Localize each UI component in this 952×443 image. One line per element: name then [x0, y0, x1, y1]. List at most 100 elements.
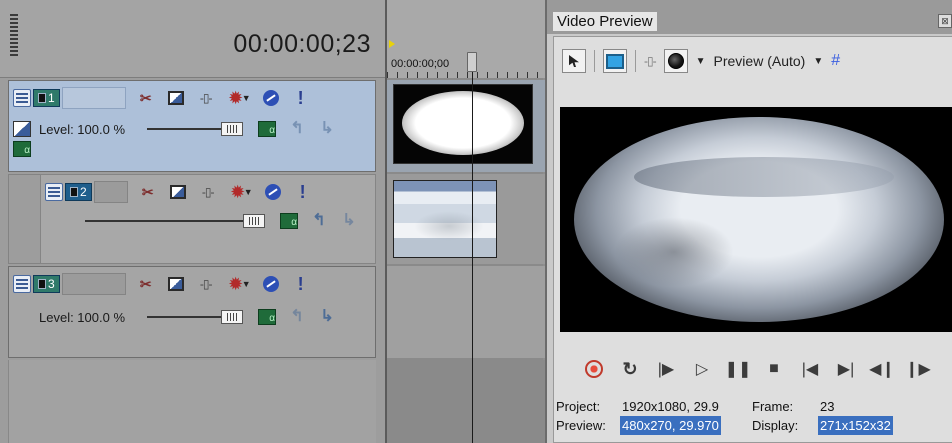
make-parent-icon[interactable]: ↰	[287, 307, 307, 327]
track-header-2[interactable]: 2 ✂ -▯- ✹ ▼ ! α ↰ ↳	[40, 174, 376, 264]
overlays-icon[interactable]	[663, 49, 688, 73]
slider-thumb[interactable]	[243, 214, 265, 228]
track-fx-icon[interactable]: ✂	[138, 182, 158, 202]
video-clip-mask[interactable]	[393, 84, 533, 164]
track-header-1[interactable]: 1 ✂ -▯- ✹ ▼ ! Level: 100.0 % α ↰ ↳ α	[8, 80, 376, 172]
preview-quality-dropdown[interactable]: Preview (Auto)	[714, 53, 806, 69]
track-level-slider[interactable]	[147, 122, 244, 136]
track-level-slider[interactable]	[85, 214, 265, 228]
ruler-time-label: 00:00:00;00	[391, 58, 450, 70]
preview-title: Video Preview	[553, 12, 657, 31]
generate-alpha-button[interactable]: α	[279, 211, 299, 231]
track-fx-icon[interactable]: ✂	[136, 274, 156, 294]
playhead-handle[interactable]	[467, 52, 477, 72]
mute-button[interactable]	[261, 88, 281, 108]
preview-title-bar[interactable]: Video Preview ⊠	[547, 0, 952, 34]
video-clip-snow[interactable]	[393, 180, 497, 258]
clip-thumbnail	[402, 91, 524, 155]
video-frame-image	[574, 117, 944, 322]
track-number-badge[interactable]: 1	[33, 89, 60, 107]
chevron-down-icon[interactable]: ▼	[244, 187, 253, 197]
grid-icon[interactable]: #	[831, 52, 840, 70]
track-lane-1[interactable]	[387, 80, 545, 172]
track-name-field[interactable]	[93, 181, 128, 203]
video-editor-window: 00:00:00;23 1 ✂ -▯- ✹ ▼ ! Level: 100.0 %…	[0, 0, 952, 443]
project-value: 1920x1080, 29.9	[622, 399, 719, 414]
empty-lane[interactable]	[387, 360, 545, 443]
track-number-badge[interactable]: 2	[65, 183, 92, 201]
alpha-icon: α	[258, 121, 277, 137]
chevron-down-icon[interactable]: ▼	[242, 93, 251, 103]
mute-button[interactable]	[263, 182, 283, 202]
marker-icon[interactable]	[389, 40, 395, 48]
playhead-line[interactable]	[472, 72, 473, 443]
preview-value: 480x270, 29.970	[620, 416, 721, 435]
loop-playback-icon[interactable]: ↻	[620, 359, 640, 379]
solo-icon[interactable]: !	[293, 182, 313, 202]
mute-button[interactable]	[261, 274, 281, 294]
cursor-timecode: 00:00:00;23	[233, 30, 371, 58]
ruler-ticks	[387, 72, 545, 78]
track-motion-icon[interactable]: -▯-	[196, 274, 216, 294]
go-to-end-icon[interactable]: ▶|	[836, 359, 856, 379]
make-child-icon[interactable]: ↳	[317, 307, 337, 327]
compositing-mode-icon[interactable]	[168, 182, 188, 202]
track-number: 2	[80, 185, 87, 199]
video-preview-window: Video Preview ⊠ -▯- ▼ Preview (Auto) ▼ #	[545, 0, 952, 443]
time-ruler[interactable]: 00:00:00;00	[387, 0, 545, 78]
play-from-start-icon[interactable]: |▶	[656, 359, 676, 379]
display-label: Display:	[752, 418, 799, 433]
solo-icon[interactable]: !	[291, 88, 311, 108]
track-expand-icon[interactable]	[45, 183, 63, 201]
mute-icon	[264, 184, 281, 200]
slider-thumb[interactable]	[221, 122, 244, 136]
chevron-down-icon[interactable]: ▼	[813, 56, 823, 67]
track-header-3[interactable]: 3 ✂ -▯- ✹ ▼ ! Level: 100.0 % α ↰ ↳	[8, 266, 376, 358]
make-child-icon[interactable]: ↳	[317, 119, 337, 139]
toolbar-divider	[594, 50, 595, 72]
track-number: 1	[48, 91, 55, 105]
split-screen-icon[interactable]: -▯-	[644, 54, 657, 68]
track-lane-3[interactable]	[387, 266, 545, 358]
chevron-down-icon[interactable]: ▼	[696, 56, 706, 67]
track-motion-icon[interactable]: -▯-	[196, 88, 216, 108]
track-name-field[interactable]	[61, 273, 126, 295]
track-motion-icon[interactable]: -▯-	[198, 182, 218, 202]
video-display	[560, 107, 952, 332]
previous-frame-icon[interactable]: ◀❙	[869, 359, 895, 379]
close-button[interactable]: ⊠	[938, 14, 952, 28]
track-expand-icon[interactable]	[13, 275, 31, 293]
chevron-down-icon[interactable]: ▼	[242, 279, 251, 289]
pointer-icon[interactable]	[562, 49, 586, 73]
stop-icon[interactable]: ■	[764, 359, 784, 379]
track-level-slider[interactable]	[147, 310, 244, 324]
track-lane-2[interactable]	[387, 174, 545, 264]
make-parent-icon[interactable]: ↰	[309, 211, 329, 231]
play-icon[interactable]: ▷	[692, 359, 712, 379]
mute-icon	[262, 276, 279, 292]
timeline-panel: 00:00:00;00	[385, 0, 545, 443]
track-name-field[interactable]	[61, 87, 126, 109]
external-monitor-icon[interactable]	[603, 49, 627, 73]
make-parent-icon[interactable]: ↰	[287, 119, 307, 139]
make-child-icon[interactable]: ↳	[339, 211, 359, 231]
track-fx-icon[interactable]: ✂	[136, 88, 156, 108]
panel-grip-handle[interactable]	[10, 14, 18, 56]
compositing-mode-icon[interactable]	[166, 88, 186, 108]
record-icon	[585, 360, 603, 378]
next-frame-icon[interactable]: ❙▶	[905, 359, 931, 379]
slider-thumb[interactable]	[221, 310, 244, 324]
generate-alpha-button[interactable]: α	[257, 307, 277, 327]
empty-track-area[interactable]	[8, 360, 376, 443]
track-number-badge[interactable]: 3	[33, 275, 60, 293]
track-expand-icon[interactable]	[13, 89, 31, 107]
generate-alpha-button[interactable]: α	[257, 119, 277, 139]
composite-level-icon	[13, 121, 31, 137]
time-display-header: 00:00:00;23	[0, 0, 385, 78]
record-button[interactable]	[584, 359, 604, 379]
solo-icon[interactable]: !	[291, 274, 311, 294]
pause-icon[interactable]: ❚❚	[725, 359, 752, 379]
go-to-start-icon[interactable]: |◀	[800, 359, 820, 379]
track-level-label: Level: 100.0 %	[39, 121, 126, 137]
compositing-mode-icon[interactable]	[166, 274, 186, 294]
